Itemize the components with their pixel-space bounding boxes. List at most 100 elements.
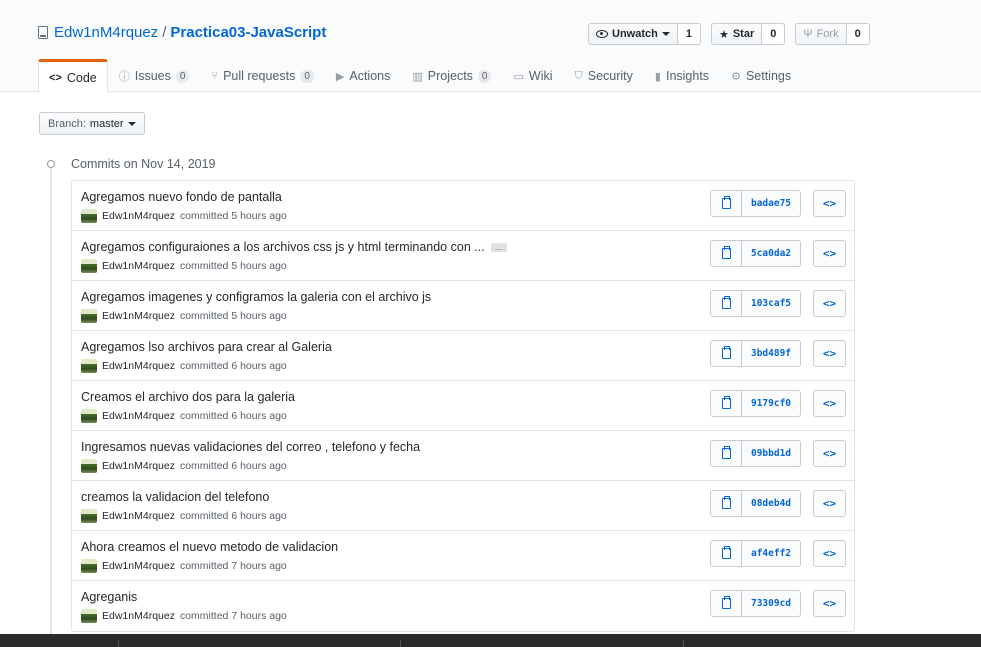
avatar[interactable]: [81, 309, 97, 323]
tab-wiki[interactable]: ▭ Wiki: [502, 59, 563, 92]
expand-message-button[interactable]: …: [490, 242, 507, 252]
code-icon: <>: [822, 597, 837, 610]
repo-name-link[interactable]: Practica03-JavaScript: [170, 24, 326, 41]
commit-sha-link[interactable]: 3bd489f: [742, 340, 801, 367]
avatar[interactable]: [81, 609, 97, 623]
code-icon: <>: [822, 297, 837, 310]
commit-row: Ahora creamos el nuevo metodo de validac…: [72, 531, 854, 581]
avatar[interactable]: [81, 409, 97, 423]
commit-sha-link[interactable]: 73309cd: [742, 590, 801, 617]
browse-repo-button[interactable]: <>: [813, 590, 846, 617]
commit-author[interactable]: Edw1nM4rquez: [102, 260, 175, 272]
copy-sha-button[interactable]: [710, 340, 742, 367]
avatar[interactable]: [81, 509, 97, 523]
commit-sha-link[interactable]: 08deb4d: [742, 490, 801, 517]
commit-author[interactable]: Edw1nM4rquez: [102, 210, 175, 222]
commit-message-link[interactable]: Agregamos nuevo fondo de pantalla: [81, 190, 282, 204]
browse-repo-button[interactable]: <>: [813, 390, 846, 417]
tab-code[interactable]: <> Code: [38, 59, 108, 93]
stargazers-count[interactable]: 0: [762, 23, 786, 45]
clipboard-icon: [721, 246, 731, 259]
sha-group: 9179cf0: [710, 390, 801, 417]
commit-meta: Edw1nM4rquez committed 7 hours ago: [81, 609, 287, 623]
play-icon: ▶: [335, 70, 345, 83]
commit-message-link[interactable]: Agregamos configuraiones a los archivos …: [81, 240, 485, 254]
watchers-count[interactable]: 1: [677, 23, 701, 45]
star-icon: ★: [718, 28, 729, 41]
avatar[interactable]: [81, 259, 97, 273]
copy-sha-button[interactable]: [710, 540, 742, 567]
copy-sha-button[interactable]: [710, 440, 742, 467]
commit-message-link[interactable]: Creamos el archivo dos para la galeria: [81, 390, 295, 404]
commit-sha-link[interactable]: badae75: [742, 190, 801, 217]
commit-message-link[interactable]: Agreganis: [81, 590, 137, 604]
star-button[interactable]: ★ Star: [710, 23, 763, 45]
commit-title: Agregamos lso archivos para crear al Gal…: [81, 340, 332, 354]
chevron-down-icon: [661, 32, 670, 36]
commit-sha-link[interactable]: 5ca0da2: [742, 240, 801, 267]
commit-title: Agreganis: [81, 590, 137, 604]
copy-sha-button[interactable]: [710, 390, 742, 417]
fork-button[interactable]: Ψ Fork: [795, 23, 847, 45]
copy-sha-button[interactable]: [710, 290, 742, 317]
copy-sha-button[interactable]: [710, 190, 742, 217]
commit-sha-link[interactable]: 103caf5: [742, 290, 801, 317]
commit-message-link[interactable]: Agregamos imagenes y configramos la gale…: [81, 290, 431, 304]
commit-message-link[interactable]: Ahora creamos el nuevo metodo de validac…: [81, 540, 338, 554]
tab-insights[interactable]: ▮ Insights: [644, 59, 720, 92]
commit-message-link[interactable]: creamos la validacion del telefono: [81, 490, 269, 504]
copy-sha-button[interactable]: [710, 590, 742, 617]
commit-author[interactable]: Edw1nM4rquez: [102, 310, 175, 322]
commit-title: Agregamos nuevo fondo de pantalla: [81, 190, 282, 204]
fork-label: Fork: [816, 28, 839, 40]
commit-sha-link[interactable]: 9179cf0: [742, 390, 801, 417]
browse-repo-button[interactable]: <>: [813, 440, 846, 467]
tab-projects[interactable]: ▥ Projects 0: [401, 59, 502, 92]
sha-group: 103caf5: [710, 290, 801, 317]
copy-sha-button[interactable]: [710, 240, 742, 267]
tab-issues[interactable]: ⓘ Issues 0: [108, 59, 201, 92]
tab-actions[interactable]: ▶ Actions: [325, 59, 401, 92]
tab-pull-requests[interactable]: ⑂ Pull requests 0: [200, 59, 324, 92]
commit-message-link[interactable]: Ingresamos nuevas validaciones del corre…: [81, 440, 420, 454]
commit-meta: Edw1nM4rquez committed 7 hours ago: [81, 559, 287, 573]
tab-settings[interactable]: ⚙ Settings: [720, 59, 802, 92]
commit-row: Agregamos lso archivos para crear al Gal…: [72, 331, 854, 381]
commit-author[interactable]: Edw1nM4rquez: [102, 360, 175, 372]
forks-count[interactable]: 0: [846, 23, 870, 45]
browse-repo-button[interactable]: <>: [813, 490, 846, 517]
tab-count: 0: [477, 69, 492, 83]
commit-author[interactable]: Edw1nM4rquez: [102, 460, 175, 472]
avatar[interactable]: [81, 209, 97, 223]
commit-author[interactable]: Edw1nM4rquez: [102, 560, 175, 572]
commit-message-link[interactable]: Agregamos lso archivos para crear al Gal…: [81, 340, 332, 354]
repo-nav: <> Code ⓘ Issues 0 ⑂ Pull requests 0 ▶ A…: [38, 59, 802, 93]
browse-repo-button[interactable]: <>: [813, 290, 846, 317]
branch-select-button[interactable]: Branch: master: [39, 112, 145, 135]
unwatch-button[interactable]: Unwatch: [588, 23, 678, 45]
commit-author[interactable]: Edw1nM4rquez: [102, 510, 175, 522]
commit-title: Creamos el archivo dos para la galeria: [81, 390, 295, 404]
commit-sha-link[interactable]: af4eff2: [742, 540, 801, 567]
avatar[interactable]: [81, 559, 97, 573]
browse-repo-button[interactable]: <>: [813, 540, 846, 567]
clipboard-icon: [721, 346, 731, 359]
code-icon: <>: [49, 71, 62, 84]
commit-author[interactable]: Edw1nM4rquez: [102, 610, 175, 622]
copy-sha-button[interactable]: [710, 490, 742, 517]
browse-repo-button[interactable]: <>: [813, 340, 846, 367]
code-icon: <>: [822, 397, 837, 410]
avatar[interactable]: [81, 359, 97, 373]
avatar[interactable]: [81, 459, 97, 473]
clipboard-icon: [721, 196, 731, 209]
repo-title: Edw1nM4rquez / Practica03-JavaScript: [38, 24, 326, 41]
clipboard-icon: [721, 446, 731, 459]
commit-sha-link[interactable]: 09bbd1d: [742, 440, 801, 467]
browse-repo-button[interactable]: <>: [813, 190, 846, 217]
commit-time: committed 5 hours ago: [179, 310, 287, 322]
commit-list: Agregamos nuevo fondo de pantalla Edw1nM4…: [71, 180, 855, 632]
repo-owner-link[interactable]: Edw1nM4rquez: [54, 24, 158, 41]
tab-security[interactable]: ⛉ Security: [564, 59, 644, 92]
commit-author[interactable]: Edw1nM4rquez: [102, 410, 175, 422]
browse-repo-button[interactable]: <>: [813, 240, 846, 267]
